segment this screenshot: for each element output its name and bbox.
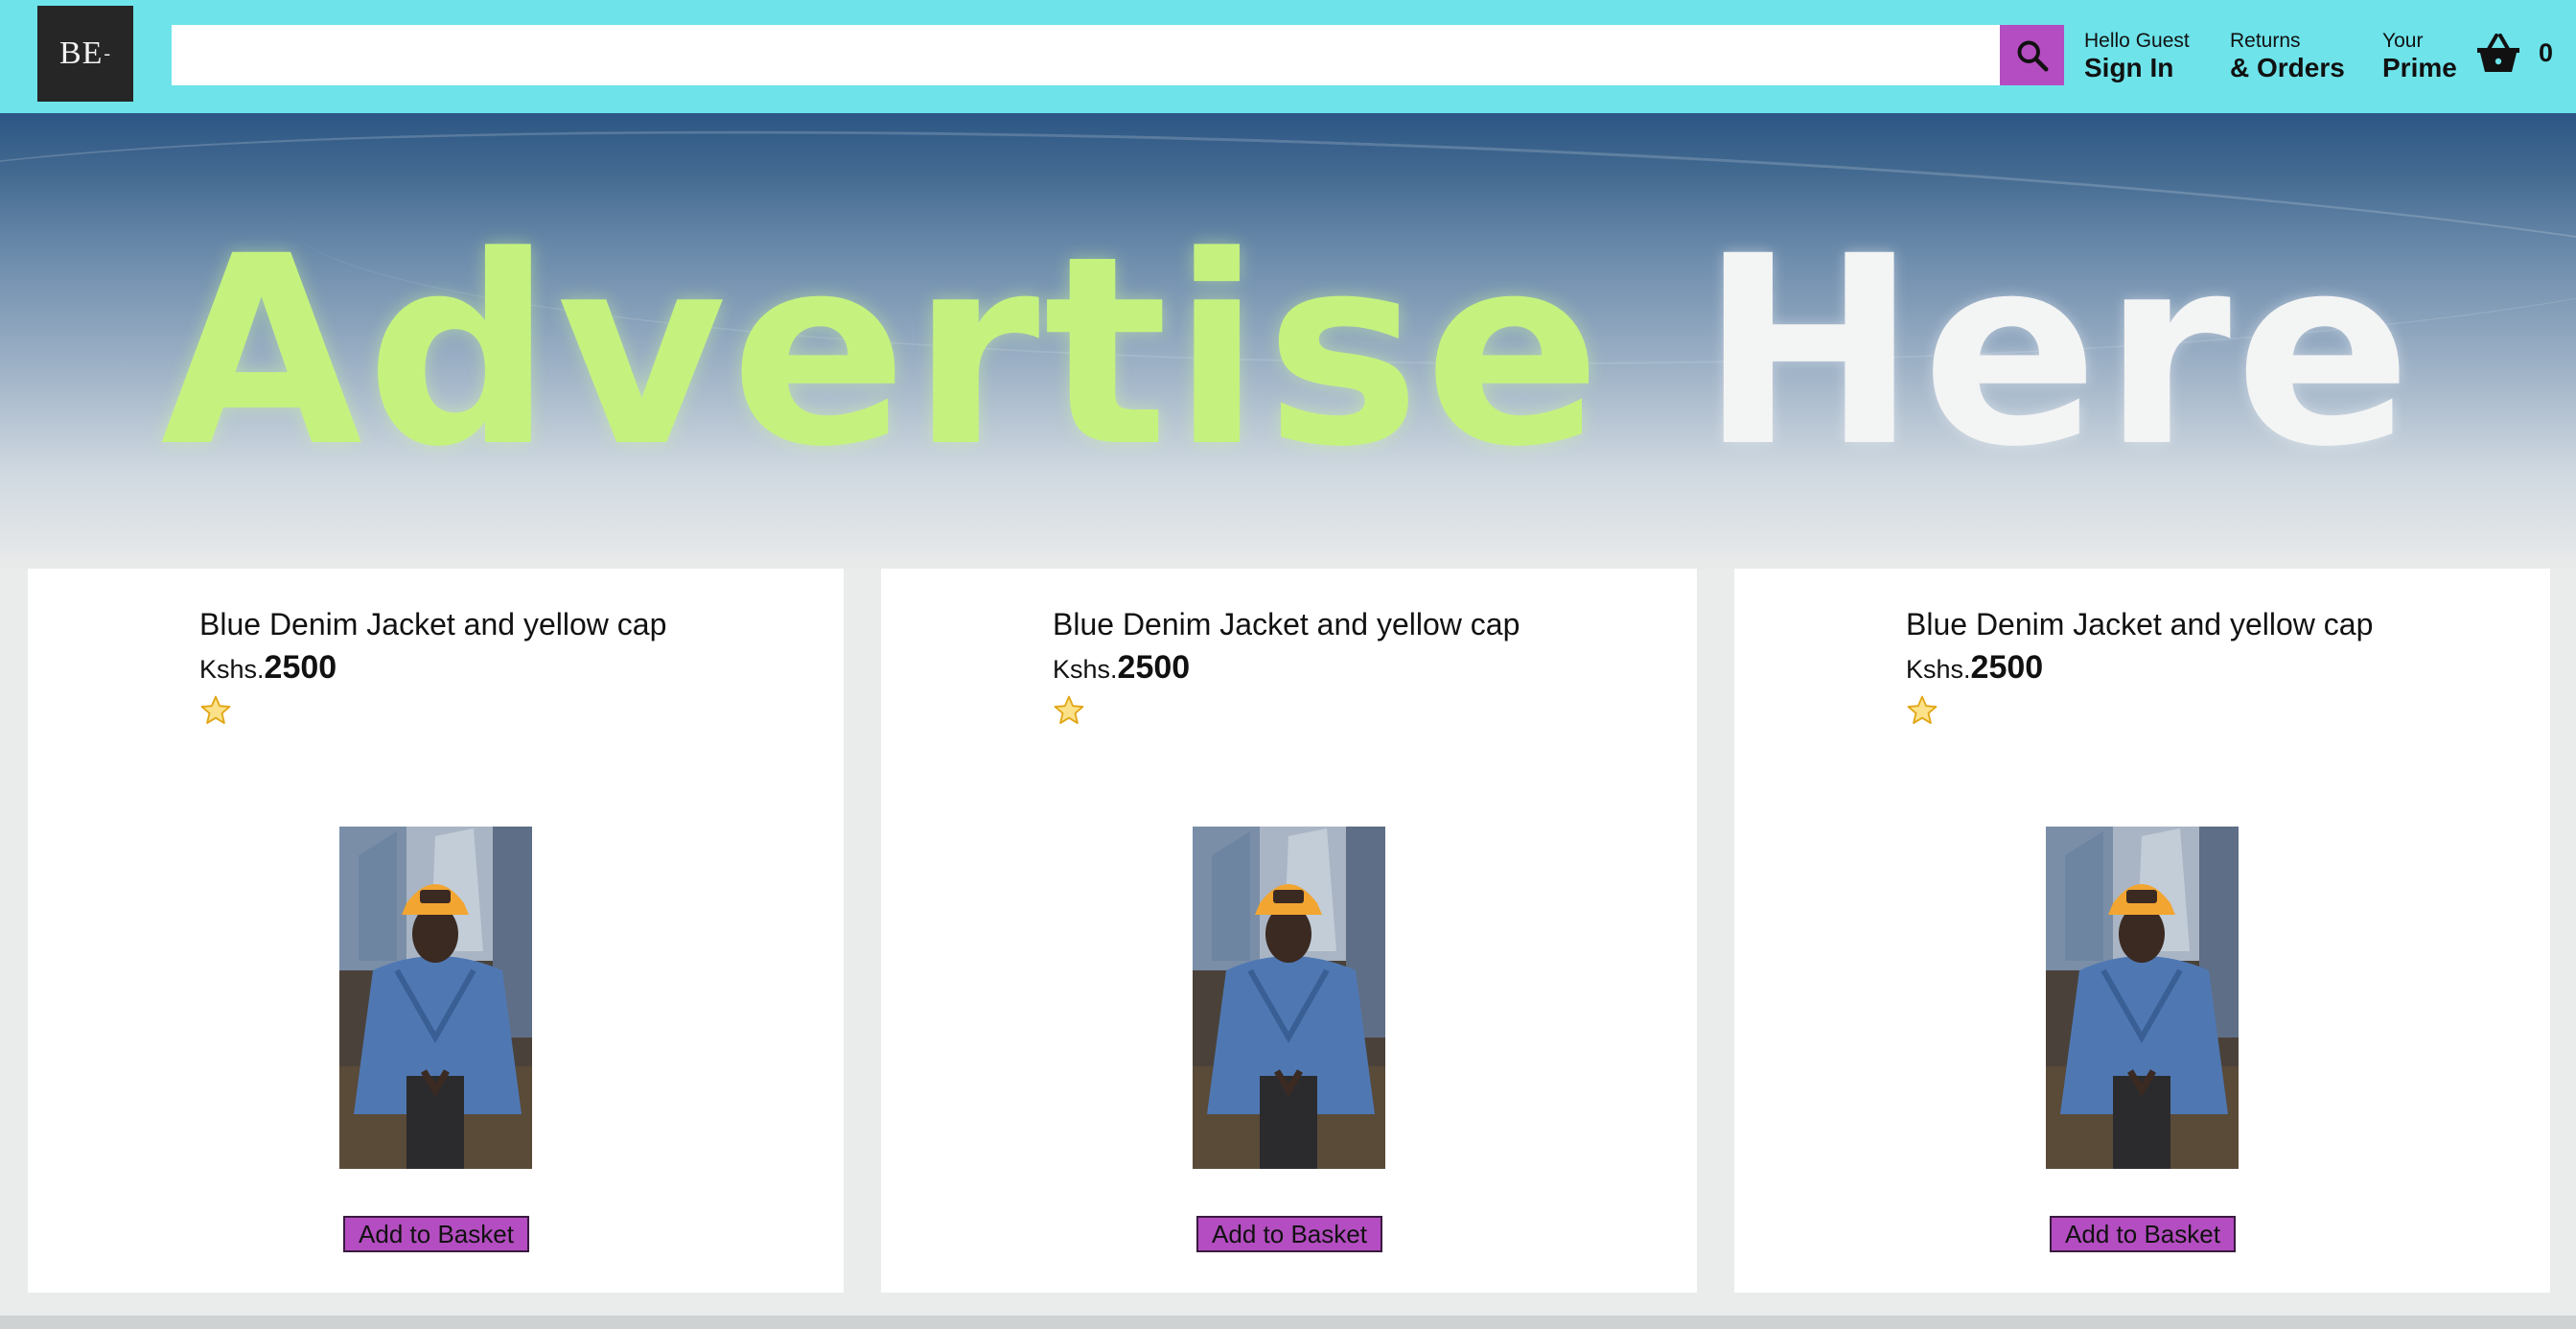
- nav-sign-in[interactable]: Hello Guest Sign In: [2084, 30, 2190, 83]
- product-photo: [2046, 827, 2239, 1169]
- search-button[interactable]: [2000, 25, 2064, 85]
- product-amount: 2500: [264, 649, 337, 686]
- product-info: Blue Denim Jacket and yellow cap Kshs.25…: [1906, 605, 2373, 740]
- product-title: Blue Denim Jacket and yellow cap: [199, 607, 667, 641]
- star-icon: [1907, 695, 1938, 724]
- product-info: Blue Denim Jacket and yellow cap Kshs.25…: [1053, 605, 1520, 740]
- product-image[interactable]: [2046, 827, 2239, 1169]
- nav-greeting: Hello Guest: [2084, 30, 2190, 52]
- basket-icon: [2477, 34, 2519, 72]
- product-currency: Kshs.: [199, 655, 265, 684]
- product-photo: [339, 827, 532, 1169]
- nav-orders-label: & Orders: [2230, 53, 2345, 82]
- product-card: Blue Denim Jacket and yellow cap Kshs.25…: [1734, 569, 2550, 1293]
- nav-your-label: Your: [2382, 30, 2424, 52]
- product-card: Blue Denim Jacket and yellow cap Kshs.25…: [881, 569, 1697, 1293]
- logo-dash: -: [104, 42, 112, 64]
- product-currency: Kshs.: [1906, 655, 1971, 684]
- product-info: Blue Denim Jacket and yellow cap Kshs.25…: [199, 605, 666, 740]
- banner-word-advertise: Advertise: [160, 201, 1606, 504]
- nav-sign-in-label: Sign In: [2084, 53, 2174, 82]
- product-card: Blue Denim Jacket and yellow cap Kshs.25…: [28, 569, 844, 1293]
- add-to-basket-button[interactable]: Add to Basket: [1196, 1216, 1382, 1252]
- add-to-basket-button[interactable]: Add to Basket: [2050, 1216, 2236, 1252]
- banner-word-here: Here: [1699, 201, 2416, 504]
- product-price: Kshs.2500: [1906, 649, 2373, 692]
- logo-text: BE: [58, 35, 104, 71]
- nav-returns-orders[interactable]: Returns & Orders: [2230, 30, 2345, 83]
- product-currency: Kshs.: [1053, 655, 1118, 684]
- star-icon: [200, 695, 231, 724]
- header: BE - Hello Guest Sign In Returns & Orders…: [0, 0, 2576, 113]
- add-to-basket-button[interactable]: Add to Basket: [343, 1216, 529, 1252]
- product-rating: [199, 694, 666, 740]
- product-title: Blue Denim Jacket and yellow cap: [1906, 607, 2374, 641]
- product-rating: [1053, 694, 1520, 740]
- basket-count: 0: [2539, 37, 2554, 67]
- basket-button[interactable]: 0: [2475, 32, 2553, 74]
- product-title: Blue Denim Jacket and yellow cap: [1053, 607, 1520, 641]
- nav-prime[interactable]: Your Prime: [2382, 30, 2457, 83]
- product-amount: 2500: [1970, 649, 2044, 686]
- product-price: Kshs.2500: [1053, 649, 1520, 692]
- banner-headline: Advertise Here: [0, 199, 2576, 506]
- product-photo: [1193, 827, 1385, 1169]
- logo[interactable]: BE -: [37, 6, 133, 102]
- product-price: Kshs.2500: [199, 649, 666, 692]
- advertise-banner[interactable]: Advertise Here: [0, 113, 2576, 571]
- nav-prime-label: Prime: [2382, 53, 2457, 82]
- search-icon: [2017, 40, 2048, 71]
- page-bottom-edge: [0, 1316, 2576, 1329]
- product-rating: [1906, 694, 2373, 740]
- product-image[interactable]: [339, 827, 532, 1169]
- product-amount: 2500: [1117, 649, 1191, 686]
- search-input[interactable]: [172, 25, 2000, 85]
- star-icon: [1054, 695, 1084, 724]
- product-image[interactable]: [1193, 827, 1385, 1169]
- nav-returns-label: Returns: [2230, 30, 2301, 52]
